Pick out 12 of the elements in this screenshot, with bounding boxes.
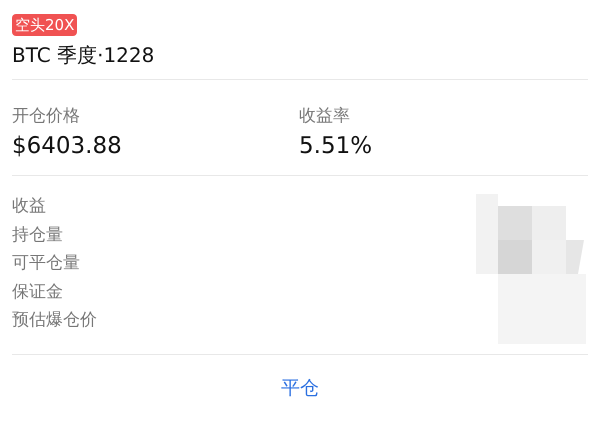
summary-value: 5.51% (299, 133, 374, 159)
detail-label: 收益 (12, 195, 47, 218)
position-badge: 空头20X (12, 14, 78, 36)
close-position-button[interactable]: 平仓 (273, 373, 327, 403)
detail-label: 保证金 (12, 280, 64, 304)
detail-label: 可平仓量 (12, 252, 81, 275)
contract-title: BTC 季度·1228 (12, 42, 156, 69)
summary-label: 开仓价格 (12, 105, 81, 127)
detail-label: 持仓量 (12, 224, 64, 246)
summary-value: $6403.88 (12, 133, 123, 159)
summary-label: 收益率 (299, 105, 351, 127)
detail-label: 预估爆仓价 (12, 309, 97, 332)
